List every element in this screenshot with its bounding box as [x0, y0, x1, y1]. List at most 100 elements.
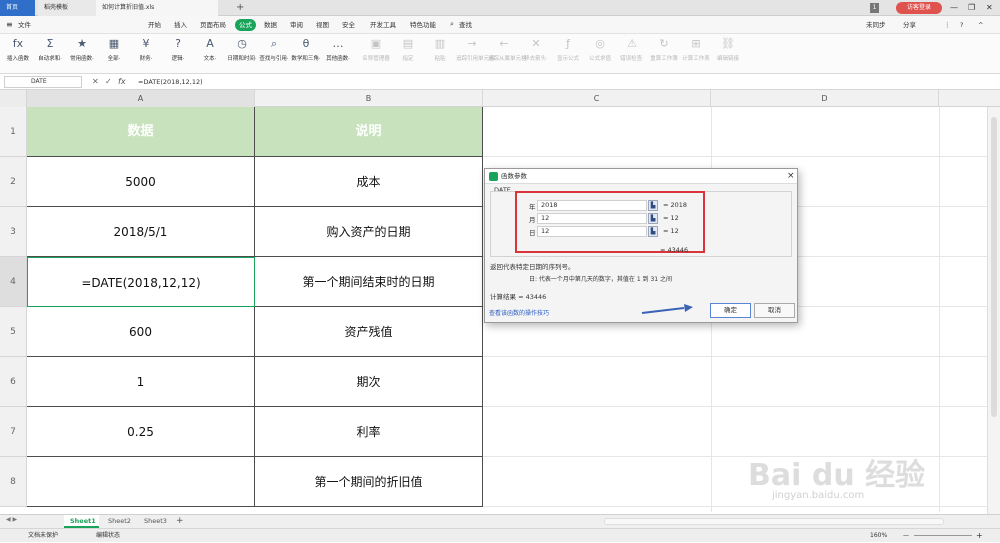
cell-b[interactable]: 第一个期间结束时的日期: [255, 257, 483, 307]
row-header[interactable]: 6: [0, 357, 27, 407]
cell-b[interactable]: 期次: [255, 357, 483, 407]
cell-b[interactable]: 资产残值: [255, 307, 483, 357]
cell-a[interactable]: 5000: [27, 157, 255, 207]
zoom-slider[interactable]: [914, 535, 972, 536]
name-box[interactable]: DATE: [4, 76, 82, 88]
ribbon-button[interactable]: ← 追踪从属单元格: [488, 36, 527, 70]
ribbon-button[interactable]: ▥ 粘贴: [424, 36, 456, 70]
row-header[interactable]: 8: [0, 457, 27, 507]
ribbon-button[interactable]: ◷ 日期和时间·: [226, 36, 258, 70]
search-menu[interactable]: 查找: [459, 19, 472, 31]
ribbon-button[interactable]: ▦ 全部·: [98, 36, 130, 70]
menu-item[interactable]: 审阅: [290, 19, 303, 31]
cell-a[interactable]: 0.25: [27, 407, 255, 457]
guest-login-button[interactable]: 访客登录: [896, 2, 942, 14]
horizontal-scrollbar[interactable]: [604, 518, 944, 525]
close-button[interactable]: ✕: [986, 0, 993, 16]
ribbon-button[interactable]: → 追踪引用单元格: [456, 36, 495, 70]
collapse-ribbon-button[interactable]: ^: [978, 19, 983, 31]
ribbon-button[interactable]: ✕ 移去箭头·: [520, 36, 552, 70]
sheet-tab[interactable]: Sheet3: [138, 515, 172, 528]
menu-item[interactable]: 视图: [316, 19, 329, 31]
cell-b[interactable]: 第一个期间的折旧值: [255, 457, 483, 507]
ribbon-button[interactable]: ⚠ 错误检查·: [616, 36, 648, 70]
menu-item[interactable]: 开始: [148, 19, 161, 31]
menu-item[interactable]: 特色功能: [410, 19, 436, 31]
row-header[interactable]: 7: [0, 407, 27, 457]
cell-a[interactable]: 1: [27, 357, 255, 407]
menu-item[interactable]: 页面布局: [200, 19, 226, 31]
column-header[interactable]: A: [27, 90, 255, 107]
ribbon-button[interactable]: ¥ 财务·: [130, 36, 162, 70]
row-header[interactable]: 5: [0, 307, 27, 357]
row-header[interactable]: 4: [0, 257, 27, 307]
more-menu[interactable]: ⋮: [944, 19, 951, 31]
dialog-close-button[interactable]: ×: [787, 169, 795, 184]
ribbon-button[interactable]: fx 插入函数: [2, 36, 34, 70]
row-header[interactable]: 1: [0, 107, 27, 157]
help-button[interactable]: ?: [960, 19, 963, 31]
cell-a[interactable]: 600: [27, 307, 255, 357]
function-help-link[interactable]: 查看该函数的操作技巧: [489, 308, 549, 317]
column-header[interactable]: C: [483, 90, 711, 107]
menu-item[interactable]: 安全: [342, 19, 355, 31]
row-header[interactable]: 3: [0, 207, 27, 257]
insert-function-icon[interactable]: fx: [118, 76, 126, 88]
sheet-nav-icons[interactable]: ◀ ▶: [6, 516, 17, 523]
ribbon-button[interactable]: ▣ 名称管理器: [360, 36, 392, 70]
document-tab[interactable]: 稻壳模板: [38, 0, 98, 16]
cell-a[interactable]: 数据: [27, 107, 255, 157]
ribbon-button[interactable]: ◎ 公式求值: [584, 36, 616, 70]
ribbon-button[interactable]: ↻ 重算工作簿: [648, 36, 680, 70]
menu-item[interactable]: 插入: [174, 19, 187, 31]
cell-a[interactable]: 2018/5/1: [27, 207, 255, 257]
ribbon-button[interactable]: ⛓ 编辑链接: [712, 36, 744, 70]
confirm-edit-icon[interactable]: ✓: [105, 76, 112, 88]
zoom-level[interactable]: 160%: [870, 529, 887, 543]
cancel-button[interactable]: 取消: [754, 303, 795, 318]
row-header[interactable]: 2: [0, 157, 27, 207]
cell-b[interactable]: 利率: [255, 407, 483, 457]
ribbon-button[interactable]: Σ 自动求和·: [34, 36, 66, 70]
ok-button[interactable]: 确定: [710, 303, 751, 318]
cell-a[interactable]: =DATE(2018,12,12): [27, 257, 255, 307]
cell-b[interactable]: 购入资产的日期: [255, 207, 483, 257]
file-menu[interactable]: 文件: [18, 19, 31, 31]
zoom-in-button[interactable]: +: [976, 529, 983, 543]
sheet-tab[interactable]: Sheet1: [64, 515, 99, 528]
share-button[interactable]: 分享: [903, 19, 916, 31]
ribbon-button[interactable]: ƒ 显示公式: [552, 36, 584, 70]
select-all-corner[interactable]: [0, 90, 27, 107]
new-tab-button[interactable]: +: [236, 0, 244, 16]
cell-a[interactable]: [27, 457, 255, 507]
cell-b[interactable]: 成本: [255, 157, 483, 207]
ribbon-button[interactable]: … 其他函数·: [322, 36, 354, 70]
document-protect-status[interactable]: 文档未保护: [28, 529, 58, 543]
ribbon-button[interactable]: A 文本·: [194, 36, 226, 70]
menu-item[interactable]: 开发工具: [370, 19, 396, 31]
ribbon-button[interactable]: ▤ 指定: [392, 36, 424, 70]
menu-item[interactable]: 公式: [235, 19, 256, 31]
sync-status[interactable]: 未同步: [866, 19, 886, 31]
search-icon[interactable]: ⌕: [450, 20, 454, 29]
vertical-scrollbar[interactable]: [987, 107, 1000, 514]
document-tab[interactable]: 如何计算折旧值.xls: [96, 0, 218, 16]
ribbon-button[interactable]: ⌕ 查找与引用·: [258, 36, 290, 70]
formula-input[interactable]: =DATE(2018,12,12): [138, 76, 203, 88]
column-header[interactable]: B: [255, 90, 483, 107]
ribbon-button[interactable]: ? 逻辑·: [162, 36, 194, 70]
minimize-button[interactable]: —: [950, 0, 958, 16]
cell-b[interactable]: 说明: [255, 107, 483, 157]
sheet-tab[interactable]: Sheet2: [102, 515, 136, 528]
document-tab[interactable]: 首页: [0, 0, 35, 16]
ribbon-button[interactable]: ⊞ 计算工作表: [680, 36, 712, 70]
ribbon-button[interactable]: ★ 常用函数·: [66, 36, 98, 70]
notification-badge[interactable]: 1: [870, 3, 879, 13]
scrollbar-thumb[interactable]: [991, 117, 997, 417]
column-header[interactable]: D: [711, 90, 939, 107]
menu-item[interactable]: 数据: [264, 19, 277, 31]
ribbon-button[interactable]: θ 数学和三角·: [290, 36, 322, 70]
zoom-out-button[interactable]: —: [903, 529, 909, 543]
add-sheet-button[interactable]: +: [176, 515, 184, 528]
menu-icon[interactable]: ≡: [6, 19, 13, 31]
